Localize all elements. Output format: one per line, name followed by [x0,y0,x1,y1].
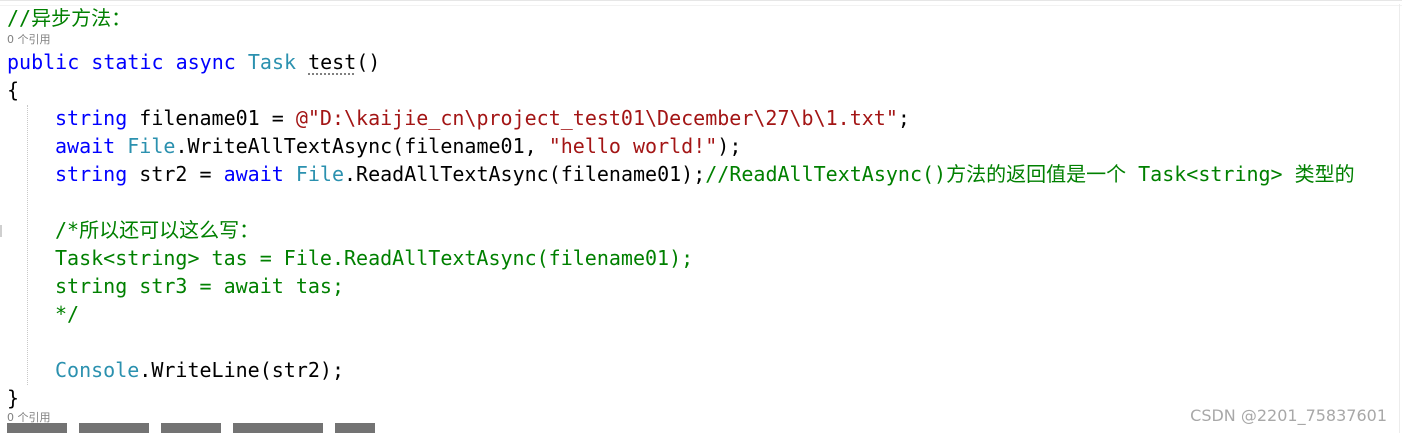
gutter-collapse-mark[interactable] [0,225,2,237]
open-brace-line: { [7,78,20,102]
read-call: .ReadAllTextAsync(filename01); [344,162,706,186]
method-name-test[interactable]: test [308,50,356,74]
string-literal-path: @"D:\kaijie_cn\project_test01\December\2… [295,106,898,130]
block-comment-line-1: /*所以还可以这么写： [55,218,260,242]
comment-line-async: //异步方法： [7,6,132,30]
keyword-await: await [55,134,116,158]
string-literal-hello: "hello world!" [548,134,718,158]
inline-comment-read: //ReadAllTextAsync()方法的返回值是一个 Task<strin… [705,162,1355,186]
keyword-public: public [7,50,80,74]
keyword-static: static [91,50,164,74]
block-comment-line-4: */ [55,302,80,326]
filename-declaration: filename01 = [127,106,296,130]
write-call: .WriteAllTextAsync(filename01, [175,134,549,158]
method-parens: () [356,50,381,74]
indent-guide [27,105,28,385]
method-signature-line[interactable]: public static async Task test() [7,48,380,76]
type-file: File [127,134,176,158]
editor-top-border [0,0,1402,6]
close-brace-line: } [7,386,20,410]
type-task: Task [247,50,297,74]
csdn-watermark: CSDN @2201_75837601 [1190,406,1387,425]
keyword-await: await [223,162,284,186]
writeline-call: .WriteLine(str2); [139,358,344,382]
type-console: Console [55,358,140,382]
type-file: File [295,162,345,186]
code-line-console[interactable]: Console.WriteLine(str2); [55,356,344,384]
code-line-read[interactable]: string str2 = await File.ReadAllTextAsyn… [55,160,1355,188]
semicolon: ; [897,106,910,130]
write-call-end: ); [717,134,742,158]
editor-right-border [1399,4,1400,433]
clipped-next-line [7,423,387,433]
codelens-references[interactable]: 0 个引用 [7,33,51,47]
keyword-async: async [175,50,236,74]
keyword-string: string [55,162,128,186]
block-comment-line-3: string str3 = await tas; [55,274,344,298]
keyword-string: string [55,106,128,130]
str2-declaration: str2 = [127,162,224,186]
block-comment-line-2: Task<string> tas = File.ReadAllTextAsync… [55,246,694,270]
code-line-write[interactable]: await File.WriteAllTextAsync(filename01,… [55,132,741,160]
code-line-filename[interactable]: string filename01 = @"D:\kaijie_cn\proje… [55,104,910,132]
